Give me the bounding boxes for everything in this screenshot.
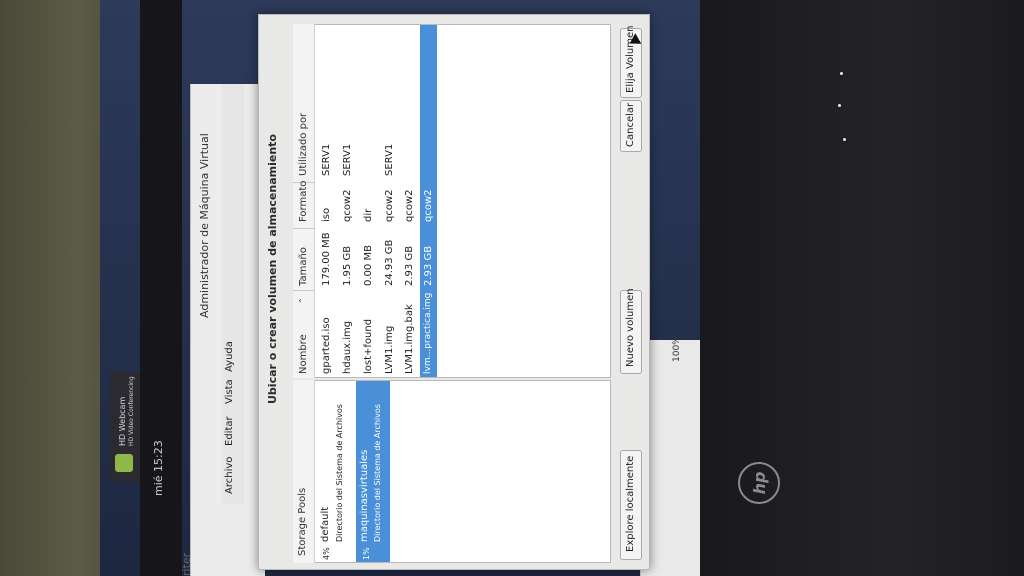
new-volume-label: Nuevo volumen bbox=[625, 288, 636, 367]
browse-local-label: Explore localmente bbox=[625, 455, 636, 552]
volume-size: 1.95 GB bbox=[342, 245, 353, 286]
cancel-label: Cancelar bbox=[625, 102, 636, 147]
volume-name[interactable]: LVM1.img bbox=[384, 326, 395, 374]
notification-title: HD Webcam bbox=[118, 396, 127, 446]
volume-format: qcow2 bbox=[404, 189, 415, 222]
notification-popup[interactable]: HD Webcam HD Video Conferencing bbox=[110, 372, 140, 482]
column-separator bbox=[293, 290, 315, 291]
clock[interactable]: mié 15:23 bbox=[152, 440, 165, 496]
volume-name[interactable]: lost+found bbox=[363, 319, 374, 374]
webcam-icon bbox=[115, 454, 133, 472]
notification-subtitle: HD Video Conferencing bbox=[128, 376, 135, 446]
dialog-title: Ubicar o crear volumen de almacenamiento bbox=[266, 134, 279, 404]
column-header-formato[interactable]: Formato bbox=[298, 181, 309, 222]
volume-size: 0.00 MB bbox=[363, 245, 374, 286]
browse-local-button[interactable]: Explore localmente bbox=[620, 450, 642, 560]
menu-archivo[interactable]: Archivo bbox=[224, 457, 235, 494]
column-header-utilizado[interactable]: Utilizado por bbox=[298, 113, 309, 176]
indicator-led bbox=[840, 72, 843, 75]
pool-usage: 4% bbox=[322, 547, 331, 560]
pool-type: Directorio del Sistema de Archivos bbox=[335, 404, 344, 542]
volume-format: iso bbox=[321, 207, 332, 222]
cancel-button[interactable]: Cancelar bbox=[620, 100, 642, 152]
pools-header-label: Storage Pools bbox=[297, 487, 308, 556]
indicator-led bbox=[838, 104, 841, 107]
volume-format: dir bbox=[363, 208, 374, 222]
volume-name[interactable]: lvm...practica.img bbox=[423, 293, 433, 374]
menu-ayuda[interactable]: Ayuda bbox=[224, 341, 235, 372]
volume-format: qcow2 bbox=[384, 189, 395, 222]
vm-window-title: Administrador de Máquina Virtual bbox=[198, 133, 211, 318]
pool-name-default[interactable]: default bbox=[320, 507, 331, 542]
menu-editar[interactable]: Editar bbox=[224, 416, 235, 446]
volume-size: 2.93 GB bbox=[423, 245, 434, 286]
pool-type: Directorio del Sistema de Archivos bbox=[373, 404, 382, 542]
volume-size: 2.93 GB bbox=[404, 245, 415, 286]
column-separator bbox=[293, 228, 315, 229]
zoom-level: 100% bbox=[672, 336, 682, 362]
column-header-nombre[interactable]: Nombre bbox=[298, 334, 309, 374]
volume-format: qcow2 bbox=[423, 189, 434, 222]
menu-vista[interactable]: Vista bbox=[224, 379, 235, 404]
bg-window-fragment: riter bbox=[180, 552, 193, 576]
volume-name[interactable]: LVM1.img.bak bbox=[404, 304, 415, 374]
volume-name[interactable]: hdaux.img bbox=[342, 321, 353, 374]
volume-used-by: SERV1 bbox=[342, 143, 353, 176]
column-header-tamano[interactable]: Tamaño bbox=[298, 247, 309, 286]
pool-name-maquinasvirtuales[interactable]: maquinasvirtuales bbox=[359, 450, 370, 542]
volume-used-by: SERV1 bbox=[384, 143, 395, 176]
sort-chevron-icon[interactable]: ⌃ bbox=[298, 297, 307, 304]
volume-used-by: SERV1 bbox=[321, 143, 332, 176]
new-volume-button[interactable]: Nuevo volumen bbox=[620, 288, 642, 374]
volume-name[interactable]: gparted.iso bbox=[321, 317, 332, 374]
volume-size: 179.00 MB bbox=[321, 232, 332, 286]
volume-size: 24.93 GB bbox=[384, 239, 395, 286]
volumes-list[interactable] bbox=[293, 24, 611, 378]
indicator-led bbox=[843, 138, 846, 141]
volume-format: qcow2 bbox=[342, 189, 353, 222]
hp-logo: hp bbox=[738, 462, 780, 504]
pool-usage: 1% bbox=[362, 547, 371, 560]
